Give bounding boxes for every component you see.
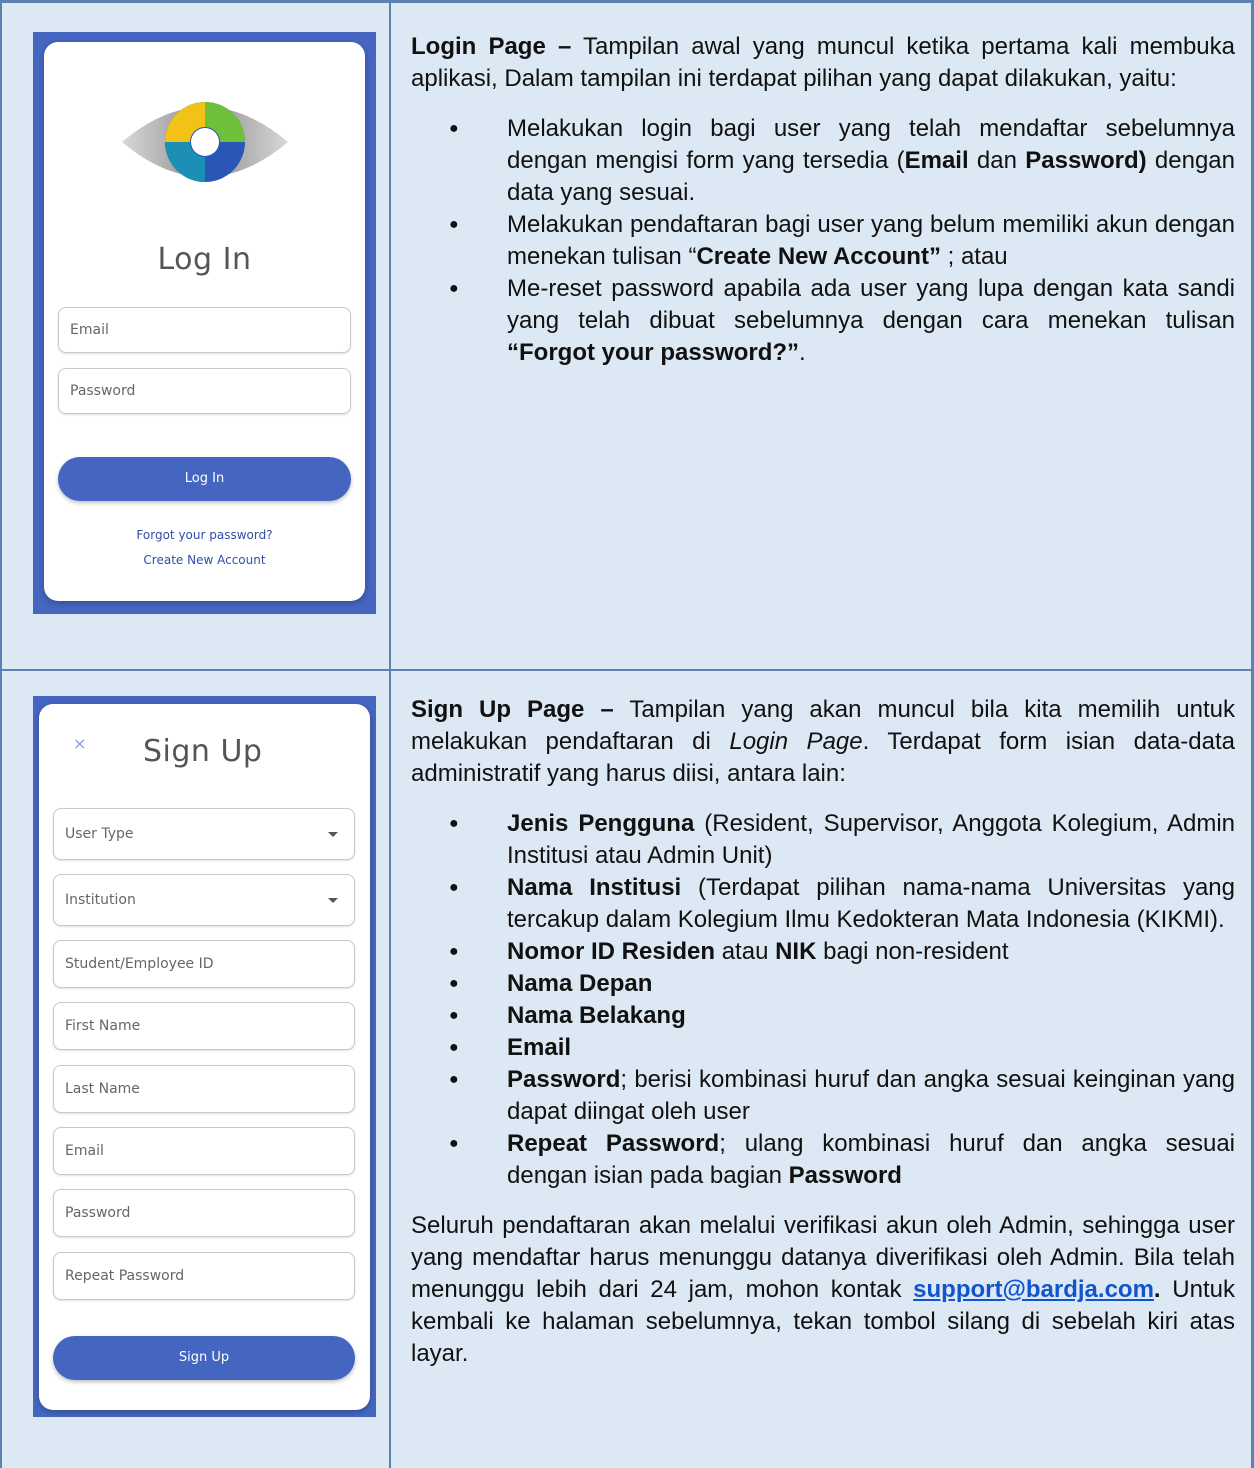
last-name-placeholder: Last Name — [65, 1081, 140, 1097]
create-account-link[interactable]: Create New Account — [44, 553, 365, 567]
user-type-select[interactable]: User Type — [53, 808, 355, 860]
signup-screenshot: × Sign Up User Type Institution Student/… — [33, 696, 376, 1417]
signup-email-field[interactable]: Email — [53, 1127, 355, 1175]
close-icon[interactable]: × — [73, 734, 86, 753]
first-name-placeholder: First Name — [65, 1018, 141, 1034]
forgot-password-link[interactable]: Forgot your password? — [44, 528, 365, 542]
signup-description: Sign Up Page – Tampilan yang akan muncul… — [411, 694, 1235, 1370]
signup-card: × Sign Up User Type Institution Student/… — [39, 704, 370, 1410]
user-type-label: User Type — [65, 826, 134, 842]
login-title: Log In — [157, 242, 252, 277]
list-item: ● Jenis Pengguna (Resident, Supervisor, A… — [449, 810, 1236, 869]
list-item: ● Nama Belakang — [449, 1002, 686, 1029]
password-placeholder: Password — [70, 383, 136, 399]
dropdown-arrow-icon — [328, 898, 338, 903]
table-border-left — [0, 0, 2, 1468]
login-description: Login Page – Tampilan awal yang muncul k… — [411, 31, 1235, 369]
login-intro: Login Page – Tampilan awal yang muncul k… — [411, 33, 1235, 92]
repeat-password-placeholder: Repeat Password — [65, 1268, 185, 1284]
signup-intro: Sign Up Page – Tampilan yang akan muncul… — [411, 696, 1236, 787]
signup-email-placeholder: Email — [65, 1143, 104, 1159]
email-field[interactable]: Email — [58, 307, 351, 353]
table-column-divider — [389, 0, 391, 1468]
login-card: Log In Email Password Log In Forgot your… — [44, 42, 365, 601]
login-button[interactable]: Log In — [58, 457, 351, 501]
table-border-top — [0, 0, 1254, 3]
login-options-list: ● Melakukan login bagi user yang telah me… — [411, 113, 1235, 369]
institution-select[interactable]: Institution — [53, 874, 355, 926]
password-field[interactable]: Password — [58, 368, 351, 414]
first-name-field[interactable]: First Name — [53, 1002, 355, 1050]
institution-label: Institution — [65, 892, 136, 908]
support-email-link[interactable]: support@bardja.com — [913, 1276, 1154, 1303]
signup-button[interactable]: Sign Up — [53, 1336, 355, 1380]
login-screenshot: Log In Email Password Log In Forgot your… — [33, 32, 376, 614]
signup-fields-list: ● Jenis Pengguna (Resident, Supervisor, A… — [411, 808, 1235, 1192]
signup-outro: Seluruh pendaftaran akan melalui verifik… — [411, 1212, 1235, 1367]
repeat-password-field[interactable]: Repeat Password — [53, 1252, 355, 1300]
list-item: ● Melakukan login bagi user yang telah me… — [449, 115, 1235, 206]
signup-password-field[interactable]: Password — [53, 1189, 355, 1237]
list-item: ● Password; berisi kombinasi huruf dan an… — [449, 1066, 1235, 1125]
list-item: ● Nama Depan — [449, 970, 653, 997]
list-item: ● Nomor ID Residen atau NIK bagi non-resi… — [449, 938, 1009, 965]
list-item: ● Repeat Password; ulang kombinasi huruf … — [449, 1130, 1235, 1189]
eye-logo-icon — [122, 102, 288, 182]
list-item: ● Nama Institusi (Terdapat pilihan nama-n… — [449, 874, 1235, 933]
login-heading: Login Page – — [411, 33, 572, 60]
signup-title: Sign Up — [143, 734, 263, 769]
last-name-field[interactable]: Last Name — [53, 1065, 355, 1113]
signup-password-placeholder: Password — [65, 1205, 131, 1221]
list-item: ● Email — [449, 1034, 572, 1061]
student-id-field[interactable]: Student/Employee ID — [53, 940, 355, 988]
table-row-divider — [0, 669, 1254, 671]
student-id-placeholder: Student/Employee ID — [65, 956, 214, 972]
list-item: ● Me-reset password apabila ada user yang… — [449, 275, 1235, 366]
list-item: ● Melakukan pendaftaran bagi user yang be… — [449, 211, 1235, 270]
signup-heading: Sign Up Page – — [411, 696, 614, 723]
dropdown-arrow-icon — [328, 832, 338, 837]
email-placeholder: Email — [70, 322, 109, 338]
